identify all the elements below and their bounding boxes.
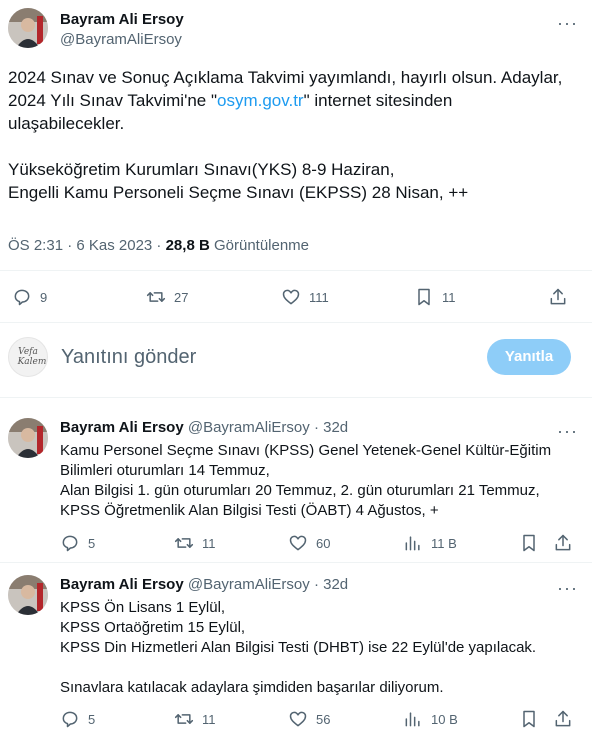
tweet-line: 2024 Sınav ve Sonuç Açıklama Takvimi yay… <box>8 68 563 87</box>
tweet-line: Yükseköğretim Kurumları Sınavı(YKS) 8-9 … <box>8 160 395 179</box>
reply-author-name[interactable]: Bayram Ali Ersoy <box>60 419 184 436</box>
reply-line: KPSS Ortaöğretim 15 Eylül, <box>60 619 246 636</box>
heart-icon <box>289 711 307 727</box>
divider <box>0 322 592 323</box>
share-icon <box>550 288 566 305</box>
bookmark-icon <box>418 288 430 306</box>
like-count: 111 <box>309 289 329 305</box>
tweet-line: 2024 Yılı Sınav Takvimi'ne "osym.gov.tr"… <box>8 89 588 112</box>
share-icon <box>555 534 571 551</box>
reply-line: KPSS Öğretmenlik Alan Bilgisi Testi (ÖAB… <box>60 502 439 519</box>
views-action[interactable]: 11 B <box>403 533 457 553</box>
author-name[interactable]: Bayram Ali Ersoy <box>60 11 184 28</box>
reply-header: Bayram Ali Ersoy @BayramAliErsoy · 32d <box>60 419 348 436</box>
tweet-timestamp[interactable]: ÖS 2:31 · 6 Kas 2023 · <box>8 237 161 254</box>
author-handle[interactable]: @BayramAliErsoy <box>60 31 182 48</box>
bookmark-action[interactable]: 11 <box>414 287 456 307</box>
osym-link[interactable]: osym.gov.tr <box>217 91 304 110</box>
bookmark-icon <box>523 710 535 728</box>
retweet-icon <box>146 292 166 302</box>
like-count: 56 <box>316 711 331 727</box>
divider <box>0 562 592 563</box>
tweet-line-pre: 2024 Yılı Sınav Takvimi'ne " <box>8 91 217 110</box>
divider <box>0 397 592 398</box>
reply-icon <box>62 535 78 552</box>
reply-icon <box>14 289 30 306</box>
reply-age[interactable]: · 32d <box>314 576 348 593</box>
more-options-icon[interactable]: ··· <box>557 14 578 32</box>
bookmark-action[interactable] <box>519 709 539 729</box>
reply-count: 5 <box>88 711 96 727</box>
user-avatar[interactable]: Vefa Kalem <box>8 337 48 377</box>
retweet-count: 11 <box>202 535 216 551</box>
views-count: 28,8 B <box>165 237 210 254</box>
share-icon <box>555 710 571 727</box>
views-label: Görüntülenme <box>213 237 310 254</box>
reply-count: 5 <box>88 535 96 551</box>
reply-input[interactable]: Yanıtını gönder <box>61 346 196 369</box>
reply-author-handle[interactable]: @BayramAliErsoy <box>188 576 310 593</box>
tweet-meta: ÖS 2:31 · 6 Kas 2023 · 28,8 B Görüntülen… <box>8 237 309 254</box>
reply-age[interactable]: · 32d <box>314 419 348 436</box>
retweet-action[interactable]: 11 <box>174 533 216 553</box>
heart-icon <box>282 289 300 305</box>
views-count: 10 B <box>431 711 458 727</box>
retweet-action[interactable]: 27 <box>146 287 188 307</box>
reply-line: KPSS Ön Lisans 1 Eylül, <box>60 599 226 616</box>
bookmark-action[interactable] <box>519 533 539 553</box>
retweet-action[interactable]: 11 <box>174 709 216 729</box>
reply-button[interactable]: Yanıtla <box>487 339 571 375</box>
reply-author-avatar[interactable] <box>8 575 48 615</box>
reply-action[interactable]: 9 <box>12 287 47 307</box>
more-options-icon[interactable]: ··· <box>557 579 578 597</box>
like-count: 60 <box>316 535 331 551</box>
author-photo <box>8 575 48 615</box>
retweet-icon <box>174 714 194 724</box>
more-options-icon[interactable]: ··· <box>557 422 578 440</box>
share-action[interactable] <box>553 709 573 729</box>
like-action[interactable]: 56 <box>288 709 330 729</box>
reply-author-handle[interactable]: @BayramAliErsoy <box>188 419 310 436</box>
share-action[interactable] <box>548 287 568 307</box>
views-count: 11 B <box>431 535 457 551</box>
heart-icon <box>289 535 307 551</box>
reply-line: KPSS Din Hizmetleri Alan Bilgisi Testi (… <box>60 639 537 656</box>
author-photo <box>8 418 48 458</box>
like-action[interactable]: 60 <box>288 533 330 553</box>
divider <box>0 270 592 271</box>
retweet-count: 11 <box>202 711 216 727</box>
avatar-signature: Vefa Kalem <box>17 347 47 367</box>
reply-author-name[interactable]: Bayram Ali Ersoy <box>60 576 184 593</box>
reply-text: Kamu Personel Seçme Sınavı (KPSS) Genel … <box>60 441 585 521</box>
tweet-line: ulaşabilecekler. <box>8 114 125 133</box>
reply-line: Sınavlara katılacak adaylara şimdiden ba… <box>60 679 444 696</box>
bookmark-icon <box>523 534 535 552</box>
reply-action[interactable]: 5 <box>60 533 95 553</box>
author-photo <box>8 8 48 48</box>
tweet-line: Engelli Kamu Personeli Seçme Sınavı (EKP… <box>8 183 469 202</box>
reply-action[interactable]: 5 <box>60 709 95 729</box>
views-action[interactable]: 10 B <box>403 709 458 729</box>
reply-text: KPSS Ön Lisans 1 Eylül, KPSS Ortaöğretim… <box>60 598 585 698</box>
tweet-text: 2024 Sınav ve Sonuç Açıklama Takvimi yay… <box>8 66 588 204</box>
views-icon <box>405 536 420 551</box>
bookmark-count: 11 <box>442 289 456 305</box>
reply-count: 9 <box>40 289 48 305</box>
views-icon <box>405 712 420 727</box>
reply-author-avatar[interactable] <box>8 418 48 458</box>
reply-line: Bilimleri oturumları 14 Temmuz, <box>60 462 270 479</box>
tweet-line-post: " internet sitesinden <box>303 91 453 110</box>
like-action[interactable]: 111 <box>281 287 329 307</box>
retweet-icon <box>174 538 194 548</box>
reply-line: Kamu Personel Seçme Sınavı (KPSS) Genel … <box>60 442 552 459</box>
reply-line: Alan Bilgisi 1. gün oturumları 20 Temmuz… <box>60 482 540 499</box>
share-action[interactable] <box>553 533 573 553</box>
author-avatar[interactable] <box>8 8 48 48</box>
reply-icon <box>62 711 78 728</box>
retweet-count: 27 <box>174 289 189 305</box>
reply-header: Bayram Ali Ersoy @BayramAliErsoy · 32d <box>60 576 348 593</box>
